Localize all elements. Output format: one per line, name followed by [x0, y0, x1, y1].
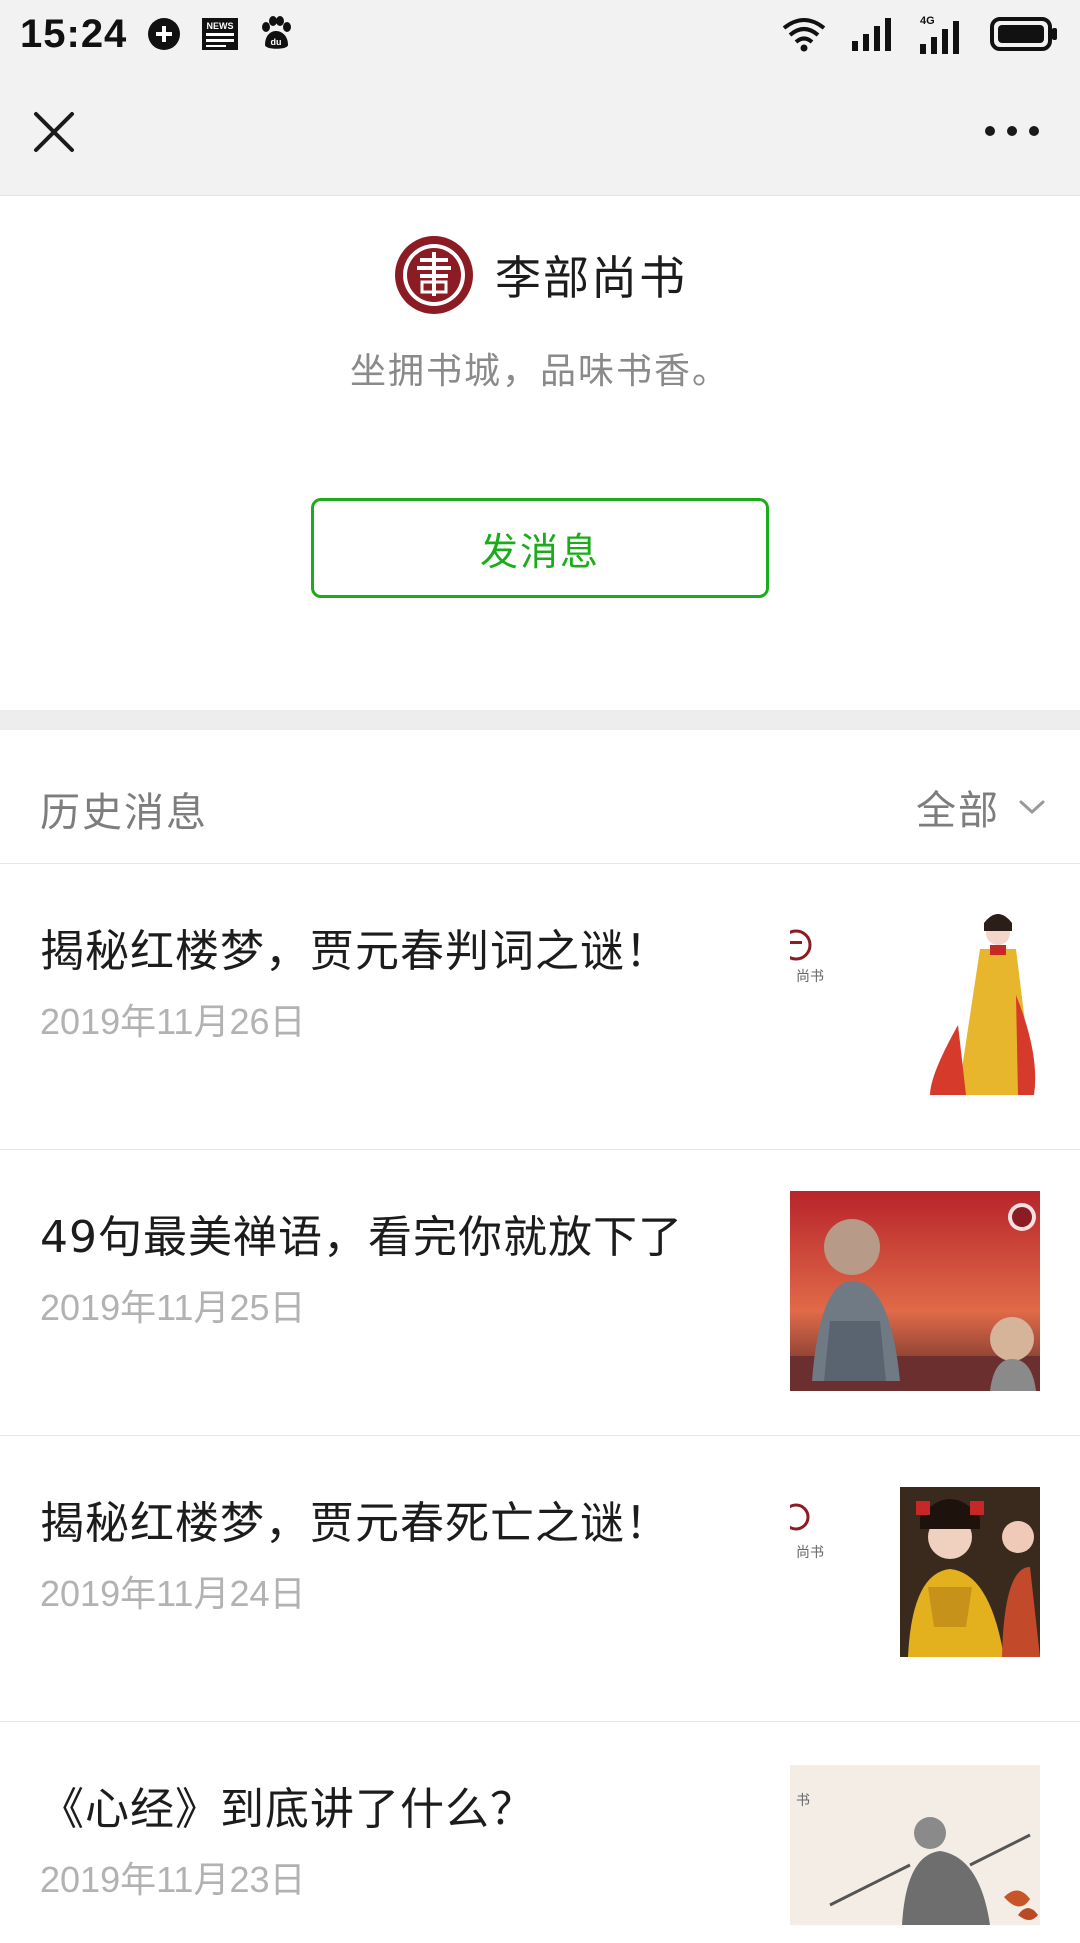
- baidu-label: du: [271, 37, 282, 47]
- send-message-button[interactable]: 发消息: [311, 498, 769, 598]
- thumbnail-caption: 尚书: [796, 969, 824, 985]
- article-title: 揭秘红楼梦，贾元春死亡之谜！: [40, 1498, 670, 1549]
- account-title-row: 李部尚书: [0, 234, 1080, 316]
- article-item[interactable]: 《心经》到底讲了什么？ 2019年11月23日 书: [0, 1723, 1080, 1943]
- close-icon: [34, 112, 74, 152]
- article-date: 2019年11月24日: [40, 1573, 306, 1614]
- article-title: 揭秘红楼梦，贾元春判词之谜！: [40, 926, 670, 977]
- article-thumbnail-image: 尚书: [790, 905, 1040, 1105]
- article-date: 2019年11月23日: [40, 1859, 306, 1900]
- account-profile: 李部尚书 坐拥书城，品味书香。 发消息: [0, 196, 1080, 710]
- thumbnail-caption: 尚书: [796, 1545, 824, 1561]
- article-thumbnail-image: 尚书: [790, 1477, 1040, 1677]
- account-name: 李部尚书: [495, 251, 687, 305]
- article-thumbnail: 书: [790, 1765, 1040, 1925]
- article-thumbnail: 尚书: [790, 1477, 1040, 1677]
- battery-icon: [990, 17, 1058, 51]
- status-time: 15:24: [20, 11, 128, 56]
- article-thumbnail: 尚书: [790, 905, 1040, 1105]
- filter-label: 全部: [916, 788, 1000, 834]
- article-item[interactable]: 49句最美禅语，看完你就放下了 2019年11月25日: [0, 1151, 1080, 1436]
- status-right: 4G: [782, 14, 1058, 54]
- history-title: 历史消息: [40, 790, 208, 836]
- close-button[interactable]: [28, 106, 80, 158]
- thumbnail-caption: 书: [796, 1793, 810, 1809]
- article-thumbnail: [790, 1191, 1040, 1391]
- more-dots-icon: [985, 126, 1039, 136]
- article-thumbnail-image: 书: [790, 1765, 1040, 1925]
- nav-bar: [0, 68, 1080, 196]
- sync-icon: [145, 15, 183, 53]
- article-title: 《心经》到底讲了什么？: [40, 1784, 535, 1835]
- article-date: 2019年11月25日: [40, 1287, 306, 1328]
- network-label: 4G: [920, 15, 935, 27]
- status-bar: 15:24 NEWS du 4G: [0, 0, 1080, 68]
- article-date: 2019年11月26日: [40, 1001, 306, 1042]
- news-app-icon: NEWS: [201, 17, 239, 51]
- signal-icon: [852, 17, 892, 51]
- more-button[interactable]: [982, 116, 1042, 146]
- article-item[interactable]: 揭秘红楼梦，贾元春死亡之谜！ 2019年11月24日 尚书: [0, 1437, 1080, 1722]
- section-divider: [0, 710, 1080, 730]
- news-label: NEWS: [207, 21, 234, 31]
- account-logo-icon: [395, 236, 473, 314]
- article-title: 49句最美禅语，看完你就放下了: [40, 1212, 683, 1263]
- account-description: 坐拥书城，品味书香。: [349, 351, 730, 392]
- chevron-down-icon: [1019, 800, 1045, 815]
- wifi-icon: [782, 16, 826, 52]
- signal-4g-icon: 4G: [918, 14, 964, 54]
- filter-dropdown[interactable]: 全部: [916, 778, 1046, 836]
- status-left: 15:24 NEWS du: [20, 12, 295, 57]
- article-item[interactable]: 揭秘红楼梦，贾元春判词之谜！ 2019年11月26日 尚书: [0, 865, 1080, 1150]
- baidu-paw-icon: du: [257, 15, 295, 53]
- history-header: 历史消息 全部: [0, 730, 1080, 864]
- article-thumbnail-image: [790, 1191, 1040, 1391]
